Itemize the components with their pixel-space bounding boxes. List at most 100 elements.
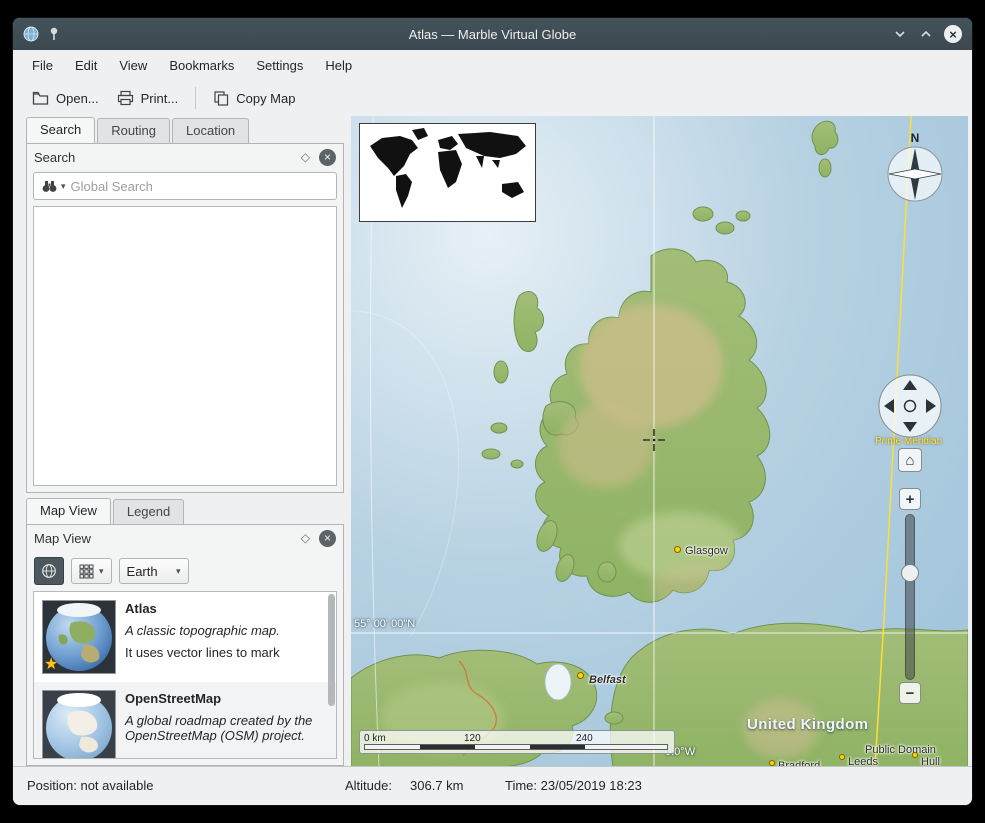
belfast-label: Belfast — [589, 674, 626, 686]
zoom-in-button[interactable]: + — [899, 488, 921, 510]
tab-search[interactable]: Search — [26, 117, 95, 143]
search-results-list[interactable] — [33, 206, 337, 486]
menu-help[interactable]: Help — [314, 53, 363, 78]
sidebar: Search Routing Location Search ◇ × — [13, 116, 351, 766]
compass-rose-icon — [886, 145, 944, 203]
pin-icon[interactable] — [47, 26, 61, 42]
grid-icon — [79, 564, 94, 579]
theme-description: It uses vector lines to mark — [125, 645, 328, 660]
menu-file[interactable]: File — [21, 53, 64, 78]
detach-panel-icon[interactable]: ◇ — [301, 150, 310, 164]
map-view-panel-header: Map View ◇ × — [27, 525, 343, 551]
search-box[interactable]: ▾ — [33, 172, 337, 200]
theme-name: Atlas — [125, 601, 328, 616]
minimize-icon[interactable] — [892, 26, 908, 42]
tab-legend[interactable]: Legend — [113, 499, 184, 524]
latitude-label: 55° 00' 00"N — [354, 618, 415, 630]
overview-map[interactable] — [359, 123, 536, 222]
favorite-star-icon: ★ — [44, 654, 58, 674]
map-view-panel: Map View ◇ × — [26, 524, 344, 766]
copy-icon — [213, 90, 229, 106]
zoom-slider[interactable] — [905, 514, 915, 680]
open-button-label: Open... — [56, 91, 99, 106]
compass: N — [885, 132, 945, 206]
hull-dot — [912, 752, 918, 758]
openstreetmap-thumbnail — [42, 690, 116, 759]
status-time: Time: 23/05/2019 18:23 — [505, 778, 642, 793]
chevron-down-icon: ▾ — [176, 566, 181, 577]
maximize-icon[interactable] — [918, 26, 934, 42]
minus-icon: − — [906, 685, 915, 702]
celestial-body-value: Earth — [127, 564, 170, 579]
close-window-button[interactable]: × — [944, 25, 962, 43]
close-icon: × — [949, 28, 957, 41]
open-button[interactable]: Open... — [23, 86, 108, 111]
copy-map-button[interactable]: Copy Map — [204, 85, 304, 111]
home-icon: ⌂ — [905, 452, 914, 469]
titlebar[interactable]: Atlas — Marble Virtual Globe × — [13, 18, 972, 50]
app-globe-icon — [23, 26, 39, 42]
list-item-openstreetmap[interactable]: OpenStreetMap A global roadmap created b… — [34, 682, 336, 759]
statusbar: Position: not available Altitude: 306.7 … — [13, 766, 972, 805]
glasgow-dot — [674, 546, 681, 553]
menu-edit[interactable]: Edit — [64, 53, 108, 78]
globe-projection-icon — [41, 563, 57, 579]
plus-icon: + — [906, 491, 915, 508]
close-search-panel-button[interactable]: × — [319, 149, 336, 166]
scale-bar-segments — [364, 744, 668, 750]
sidebar-bottom-tabs: Map View Legend — [26, 497, 344, 524]
united-kingdom-label: United Kingdom — [747, 716, 868, 733]
glasgow-label: Glasgow — [685, 545, 728, 557]
printer-icon — [117, 90, 134, 106]
cell-view-button[interactable]: ▾ — [71, 558, 112, 584]
tab-map-view[interactable]: Map View — [26, 498, 111, 524]
app-window: Atlas — Marble Virtual Globe × File Edit… — [13, 18, 972, 805]
menu-settings[interactable]: Settings — [245, 53, 314, 78]
theme-tagline: A global roadmap created by the OpenStre… — [125, 713, 328, 743]
menubar: File Edit View Bookmarks Settings Help — [13, 50, 972, 80]
binoculars-icon — [41, 179, 58, 193]
theme-list-scrollbar[interactable] — [328, 594, 335, 706]
menu-view[interactable]: View — [108, 53, 158, 78]
scale-bar: 0 km 120 240 — [359, 730, 675, 754]
print-button-label: Print... — [141, 91, 179, 106]
scale-zero-label: 0 km — [364, 733, 386, 744]
celestial-body-select[interactable]: Earth ▾ — [119, 558, 189, 584]
map-theme-list: ★ Atlas A classic topographic map. It us… — [33, 591, 337, 759]
compass-north-label: N — [885, 132, 945, 145]
home-button[interactable]: ⌂ — [898, 448, 922, 472]
search-panel: Search ◇ × ▾ — [26, 143, 344, 493]
menu-bookmarks[interactable]: Bookmarks — [158, 53, 245, 78]
status-altitude-label: Altitude: — [345, 778, 392, 793]
atlas-thumbnail: ★ — [42, 600, 116, 674]
scale-mid-label: 120 — [464, 733, 481, 744]
sidebar-top-tabs: Search Routing Location — [26, 116, 344, 143]
close-map-view-panel-button[interactable]: × — [319, 530, 336, 547]
leeds-dot — [839, 754, 845, 760]
detach-panel-icon[interactable]: ◇ — [301, 531, 310, 545]
list-item-atlas[interactable]: ★ Atlas A classic topographic map. It us… — [34, 592, 336, 682]
search-input[interactable] — [69, 178, 329, 195]
print-button[interactable]: Print... — [108, 85, 188, 111]
tab-location[interactable]: Location — [172, 118, 249, 143]
toolbar-separator — [195, 87, 196, 109]
map-canvas[interactable]: N Prime Meridian — [351, 116, 968, 767]
window-title: Atlas — Marble Virtual Globe — [409, 27, 576, 42]
projection-button[interactable] — [34, 557, 64, 585]
main-toolbar: Open... Print... Copy Map — [13, 80, 972, 116]
status-position: Position: not available — [27, 778, 153, 793]
zoom-out-button[interactable]: − — [899, 682, 921, 704]
search-row: ▾ — [27, 170, 343, 206]
search-panel-header: Search ◇ × — [27, 144, 343, 170]
zoom-slider-handle[interactable] — [901, 564, 919, 582]
close-icon: × — [324, 532, 331, 544]
close-icon: × — [324, 151, 331, 163]
pan-control[interactable] — [877, 373, 943, 439]
search-type-dropdown-icon[interactable]: ▾ — [61, 181, 66, 192]
license-label: Public Domain — [865, 744, 936, 756]
scale-end-label: 240 — [576, 733, 593, 744]
search-panel-title: Search — [34, 150, 301, 165]
tab-routing[interactable]: Routing — [97, 118, 170, 143]
map-view-toolbar: ▾ Earth ▾ — [27, 551, 343, 591]
folder-icon — [32, 91, 49, 106]
